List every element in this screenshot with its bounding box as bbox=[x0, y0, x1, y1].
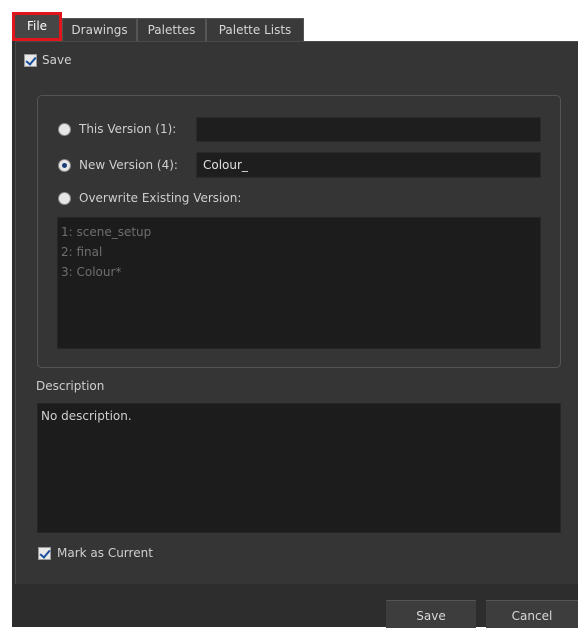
new-version-radio[interactable] bbox=[58, 159, 71, 172]
tab-palettes[interactable]: Palettes bbox=[137, 18, 206, 41]
overwrite-label: Overwrite Existing Version: bbox=[79, 191, 242, 205]
this-version-label: This Version (1): bbox=[79, 122, 177, 136]
new-version-label: New Version (4): bbox=[79, 158, 178, 172]
new-version-input[interactable]: Colour_ bbox=[196, 152, 541, 178]
version-item[interactable]: 1: scene_setup bbox=[61, 222, 537, 242]
tab-palette-lists[interactable]: Palette Lists bbox=[206, 18, 304, 41]
version-item[interactable]: 3: Colour* bbox=[61, 262, 537, 282]
tab-file[interactable]: File bbox=[12, 12, 62, 41]
description-heading: Description bbox=[36, 379, 105, 393]
tab-drawings[interactable]: Drawings bbox=[62, 18, 137, 41]
mark-as-current-label: Mark as Current bbox=[57, 546, 153, 560]
description-field[interactable]: No description. bbox=[37, 403, 561, 533]
this-version-radio[interactable] bbox=[58, 123, 71, 136]
save-button[interactable]: Save bbox=[386, 600, 476, 628]
this-version-field[interactable] bbox=[196, 117, 541, 142]
save-label: Save bbox=[42, 53, 72, 67]
version-list[interactable]: 1: scene_setup 2: final 3: Colour* bbox=[57, 217, 541, 349]
cancel-button[interactable]: Cancel bbox=[486, 600, 578, 628]
save-checkbox[interactable] bbox=[24, 54, 37, 67]
mark-as-current-checkbox[interactable] bbox=[38, 547, 51, 560]
version-item[interactable]: 2: final bbox=[61, 242, 537, 262]
overwrite-radio[interactable] bbox=[58, 192, 71, 205]
